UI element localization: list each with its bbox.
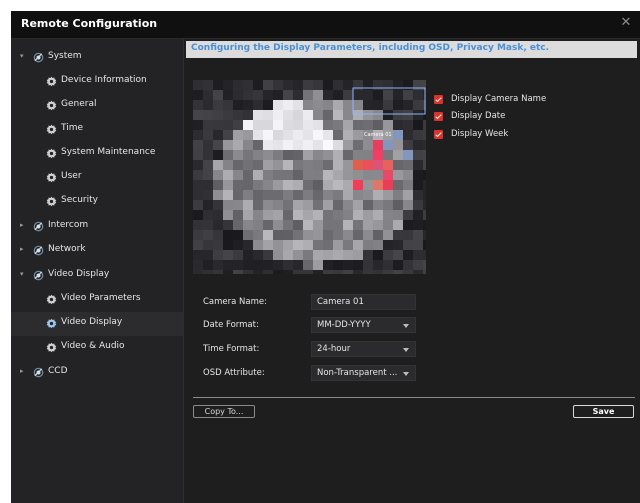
- sidebar-item-system-maintenance[interactable]: System Maintenance: [11, 142, 183, 166]
- date-format-value: MM-DD-YYYY: [317, 320, 371, 330]
- sidebar-item-ccd[interactable]: ▸ CCD: [11, 361, 183, 385]
- chevron-right-icon[interactable]: ▸: [20, 367, 24, 375]
- gear-icon: [46, 100, 57, 111]
- window-title: Remote Configuration: [21, 17, 158, 30]
- category-icon: [33, 367, 44, 378]
- sidebar-item-label: Device Information: [61, 75, 147, 85]
- osd-attribute-select[interactable]: Non-Transparent ...: [311, 365, 416, 381]
- sidebar-item-label: System: [48, 51, 82, 61]
- gear-icon: [46, 76, 57, 87]
- sidebar-item-label: Network: [48, 244, 86, 254]
- chevron-down-icon[interactable]: ▾: [20, 52, 24, 60]
- divider: [193, 397, 635, 398]
- gear-icon: [46, 342, 57, 353]
- save-button[interactable]: Save: [573, 405, 634, 418]
- chevron-down-icon: [403, 372, 409, 376]
- time-format-value: 24-hour: [317, 344, 351, 354]
- banner-text: Configuring the Display Parameters, incl…: [191, 43, 550, 53]
- camera-name-value: Camera 01: [317, 297, 364, 307]
- chevron-down-icon[interactable]: ▾: [20, 270, 24, 278]
- gear-icon: [46, 318, 57, 329]
- sidebar-item-label: Time: [61, 123, 84, 133]
- date-format-select[interactable]: MM-DD-YYYY: [311, 317, 416, 333]
- page-banner: Configuring the Display Parameters, incl…: [186, 41, 637, 58]
- remote-configuration-window: Remote Configuration ✕ ▾ System Device Inf…: [11, 11, 640, 503]
- category-icon: [33, 52, 44, 63]
- category-icon: [33, 221, 44, 232]
- checkbox-label: Display Camera Name: [451, 94, 547, 104]
- chevron-down-icon: [403, 348, 409, 352]
- chevron-down-icon: [403, 324, 409, 328]
- osd-attribute-value: Non-Transparent ...: [317, 368, 398, 378]
- sidebar-item-label: System Maintenance: [61, 147, 156, 157]
- sidebar-item-video-display[interactable]: Video Display: [11, 312, 183, 336]
- pixelated-preview-image: [193, 80, 426, 274]
- sidebar-item-label: Video Parameters: [61, 293, 141, 303]
- camera-name-input[interactable]: Camera 01: [311, 294, 416, 310]
- sidebar-item-video-audio[interactable]: Video & Audio: [11, 336, 183, 360]
- sidebar-item-label: Video Display: [48, 269, 110, 279]
- copy-to-button[interactable]: Copy To...: [193, 405, 255, 418]
- close-icon[interactable]: ✕: [618, 15, 634, 31]
- sidebar-item-intercom[interactable]: ▸ Intercom: [11, 215, 183, 239]
- sidebar-item-video-display[interactable]: ▾ Video Display: [11, 264, 183, 288]
- time-format-select[interactable]: 24-hour: [311, 341, 416, 357]
- osd-attribute-label: OSD Attribute:: [203, 368, 265, 378]
- sidebar-item-time[interactable]: Time: [11, 118, 183, 142]
- sidebar-item-label: User: [61, 171, 82, 181]
- sidebar-item-label: Video Display: [61, 317, 123, 327]
- gear-icon: [46, 172, 57, 183]
- category-icon: [33, 245, 44, 256]
- display-date-checkbox[interactable]: Display Date: [434, 111, 634, 123]
- main-panel: Configuring the Display Parameters, incl…: [184, 39, 640, 503]
- sidebar-item-label: Intercom: [48, 220, 89, 230]
- sidebar-item-label: Video & Audio: [61, 341, 125, 351]
- osd-camera-name[interactable]: Camera 01: [364, 132, 392, 138]
- gear-icon: [46, 124, 57, 135]
- sidebar-item-label: Security: [61, 195, 98, 205]
- display-week-checkbox[interactable]: Display Week: [434, 129, 634, 141]
- sidebar-item-device-information[interactable]: Device Information: [11, 70, 183, 94]
- sidebar-item-security[interactable]: Security: [11, 190, 183, 214]
- gear-icon: [46, 294, 57, 305]
- title-bar: Remote Configuration ✕: [11, 11, 640, 39]
- checkbox-checked-icon[interactable]: [434, 95, 443, 104]
- time-format-label: Time Format:: [203, 344, 260, 354]
- chevron-right-icon[interactable]: ▸: [20, 221, 24, 229]
- video-preview[interactable]: Camera 01: [193, 80, 426, 274]
- date-format-label: Date Format:: [203, 320, 259, 330]
- sidebar-item-general[interactable]: General: [11, 94, 183, 118]
- category-icon: [33, 270, 44, 281]
- sidebar-item-user[interactable]: User: [11, 166, 183, 190]
- gear-icon: [46, 148, 57, 159]
- sidebar-item-network[interactable]: ▸ Network: [11, 239, 183, 263]
- chevron-right-icon[interactable]: ▸: [20, 245, 24, 253]
- sidebar-nav: ▾ System Device Information General Time Syst…: [11, 39, 184, 503]
- sidebar-item-video-parameters[interactable]: Video Parameters: [11, 288, 183, 312]
- checkbox-checked-icon[interactable]: [434, 112, 443, 121]
- camera-name-label: Camera Name:: [203, 297, 267, 307]
- sidebar-item-label: General: [61, 99, 97, 109]
- checkbox-checked-icon[interactable]: [434, 130, 443, 139]
- sidebar-item-label: CCD: [48, 366, 68, 376]
- display-camera-name-checkbox[interactable]: Display Camera Name: [434, 94, 634, 106]
- gear-icon: [46, 196, 57, 207]
- checkbox-label: Display Date: [451, 111, 506, 121]
- sidebar-item-system[interactable]: ▾ System: [11, 46, 183, 70]
- checkbox-label: Display Week: [451, 129, 509, 139]
